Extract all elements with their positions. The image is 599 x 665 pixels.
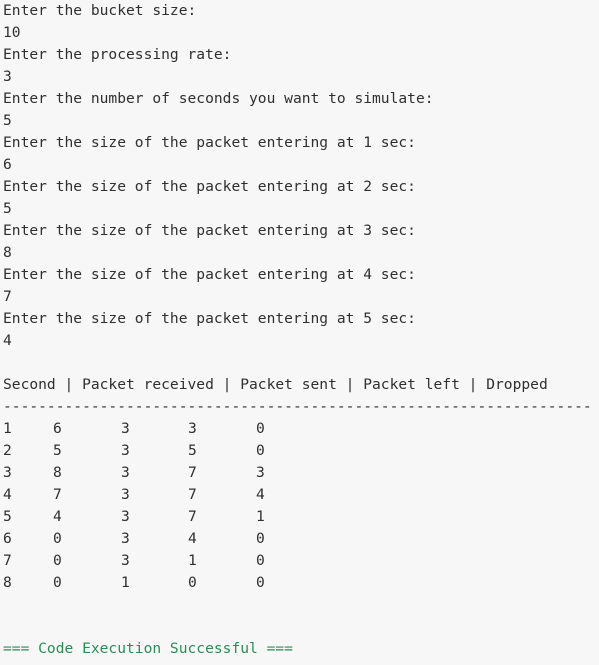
input-bucket-size: 10: [3, 24, 21, 41]
cell-second: 5: [3, 508, 12, 525]
cell-sent: 1: [121, 574, 130, 591]
cell-received: 0: [53, 574, 62, 591]
input-packet-3: 8: [3, 244, 12, 261]
prompt-packet-4: Enter the size of the packet entering at…: [3, 266, 416, 283]
input-packet-1: 6: [3, 156, 12, 173]
table-row: 5 4 3 7 1: [3, 506, 593, 528]
cell-received: 4: [53, 508, 62, 525]
cell-left: 5: [188, 442, 197, 459]
table-row: 8 0 1 0 0: [3, 572, 593, 594]
cell-left: 7: [188, 508, 197, 525]
cell-dropped: 3: [256, 464, 265, 481]
input-seconds: 5: [3, 112, 12, 129]
table-row: 3 8 3 7 3: [3, 462, 593, 484]
table-divider: ----------------------------------------…: [3, 398, 593, 415]
prompt-bucket-size: Enter the bucket size:: [3, 2, 197, 19]
cell-dropped: 0: [256, 574, 265, 591]
cell-left: 7: [188, 464, 197, 481]
cell-sent: 3: [121, 508, 130, 525]
prompt-packet-1: Enter the size of the packet entering at…: [3, 134, 416, 151]
io-block: Enter the bucket size: 10 Enter the proc…: [3, 0, 593, 352]
cell-second: 3: [3, 464, 12, 481]
cell-second: 8: [3, 574, 12, 591]
input-packet-2: 5: [3, 200, 12, 217]
cell-left: 4: [188, 530, 197, 547]
cell-left: 7: [188, 486, 197, 503]
cell-left: 1: [188, 552, 197, 569]
cell-received: 8: [53, 464, 62, 481]
cell-second: 1: [3, 420, 12, 437]
execution-status: === Code Execution Successful ===: [3, 640, 293, 657]
table-row: 2 5 3 5 0: [3, 440, 593, 462]
cell-sent: 3: [121, 442, 130, 459]
cell-received: 0: [53, 530, 62, 547]
cell-second: 4: [3, 486, 12, 503]
cell-dropped: 0: [256, 442, 265, 459]
table-row: 4 7 3 7 4: [3, 484, 593, 506]
prompt-packet-2: Enter the size of the packet entering at…: [3, 178, 416, 195]
cell-received: 6: [53, 420, 62, 437]
prompt-seconds: Enter the number of seconds you want to …: [3, 90, 434, 107]
input-packet-5: 4: [3, 332, 12, 349]
cell-dropped: 4: [256, 486, 265, 503]
cell-sent: 3: [121, 552, 130, 569]
cell-dropped: 1: [256, 508, 265, 525]
cell-dropped: 0: [256, 530, 265, 547]
cell-sent: 3: [121, 464, 130, 481]
prompt-packet-3: Enter the size of the packet entering at…: [3, 222, 416, 239]
cell-received: 7: [53, 486, 62, 503]
cell-sent: 3: [121, 530, 130, 547]
cell-sent: 3: [121, 420, 130, 437]
cell-sent: 3: [121, 486, 130, 503]
console-output-panel: { "io": [ {"prompt": "Enter the bucket s…: [0, 0, 599, 665]
cell-received: 5: [53, 442, 62, 459]
cell-dropped: 0: [256, 420, 265, 437]
console-output: Enter the bucket size: 10 Enter the proc…: [3, 0, 593, 660]
table-header: Second | Packet received | Packet sent |…: [3, 376, 548, 393]
cell-second: 2: [3, 442, 12, 459]
input-packet-4: 7: [3, 288, 12, 305]
input-processing-rate: 3: [3, 68, 12, 85]
cell-second: 6: [3, 530, 12, 547]
cell-received: 0: [53, 552, 62, 569]
cell-second: 7: [3, 552, 12, 569]
table-row: 7 0 3 1 0: [3, 550, 593, 572]
prompt-packet-5: Enter the size of the packet entering at…: [3, 310, 416, 327]
results-table: Second | Packet received | Packet sent |…: [3, 374, 593, 594]
prompt-processing-rate: Enter the processing rate:: [3, 46, 232, 63]
table-row: 6 0 3 4 0: [3, 528, 593, 550]
cell-left: 3: [188, 420, 197, 437]
table-row: 1 6 3 3 0: [3, 418, 593, 440]
cell-dropped: 0: [256, 552, 265, 569]
cell-left: 0: [188, 574, 197, 591]
